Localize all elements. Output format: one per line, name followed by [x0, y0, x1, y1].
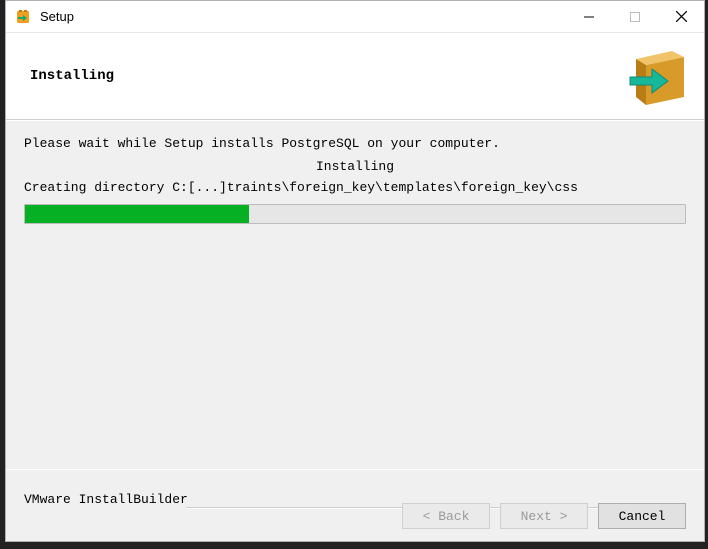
footer: VMware InstallBuilder < Back Next > Canc…: [6, 469, 704, 541]
close-button[interactable]: [658, 2, 704, 32]
header: Installing: [6, 33, 704, 120]
back-button: < Back: [402, 503, 490, 529]
minimize-button[interactable]: [566, 2, 612, 32]
cancel-button[interactable]: Cancel: [598, 503, 686, 529]
brand-label: VMware InstallBuilder: [24, 492, 188, 507]
content-area: Please wait while Setup installs Postgre…: [6, 120, 704, 469]
progress-bar: [24, 204, 686, 224]
current-action: Creating directory C:[...]traints\foreig…: [24, 179, 686, 198]
titlebar: Setup: [6, 1, 704, 33]
window-title: Setup: [40, 9, 74, 24]
progress-fill: [25, 205, 249, 223]
package-arrow-icon: [628, 47, 690, 109]
button-row: < Back Next > Cancel: [402, 503, 686, 529]
app-icon: [14, 8, 32, 26]
wait-message: Please wait while Setup installs Postgre…: [24, 135, 686, 154]
next-button: Next >: [500, 503, 588, 529]
setup-window: Setup Installing Please wait while Se: [5, 0, 705, 542]
page-title: Installing: [30, 68, 114, 84]
maximize-button: [612, 2, 658, 32]
status-center: Installing: [24, 158, 686, 177]
